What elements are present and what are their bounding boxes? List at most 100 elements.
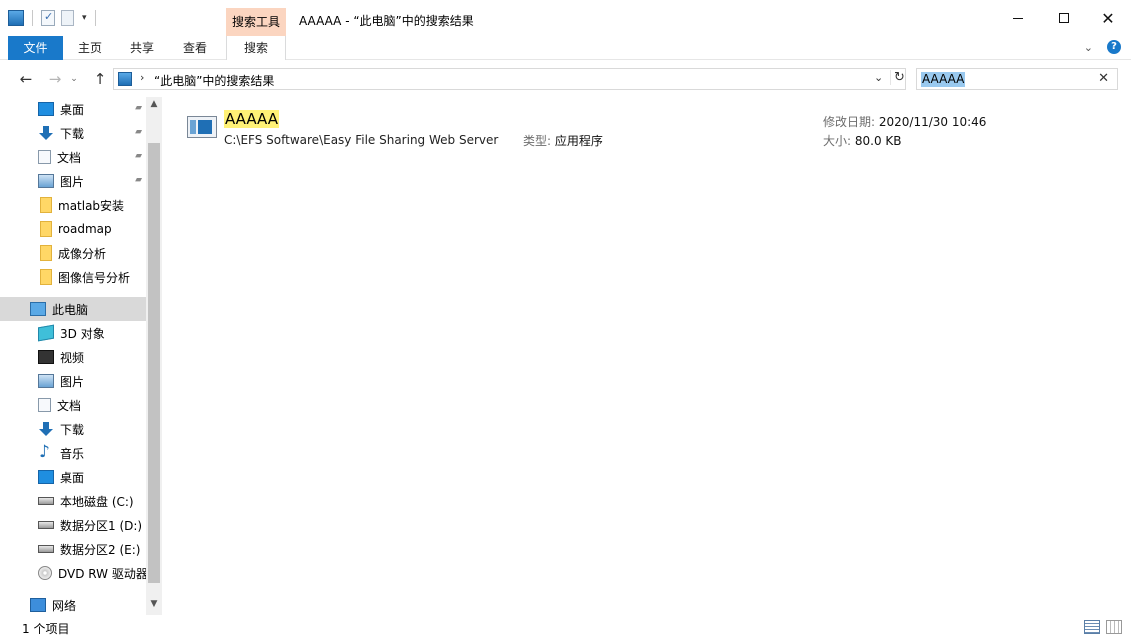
folder-icon bbox=[40, 245, 52, 261]
scroll-thumb[interactable] bbox=[148, 143, 160, 583]
breadcrumb[interactable]: “此电脑”中的搜索结果 bbox=[154, 72, 274, 89]
sidebar-item-pc-documents[interactable]: 文档 bbox=[0, 393, 146, 417]
pin-icon: ▰ bbox=[135, 103, 142, 113]
size-label: 大小: bbox=[823, 134, 852, 148]
sidebar-item-pictures[interactable]: 图片 ▰ bbox=[0, 169, 146, 193]
window-title: AAAAA - “此电脑”中的搜索结果 bbox=[299, 14, 474, 28]
size-value: 80.0 KB bbox=[854, 134, 902, 148]
documents-icon bbox=[38, 398, 51, 412]
sidebar-item-label: matlab安装 bbox=[58, 198, 125, 213]
sidebar-item-label: DVD RW 驱动器 bbox=[58, 566, 146, 581]
up-button[interactable]: ↑ bbox=[90, 69, 110, 89]
tab-view[interactable]: 查看 bbox=[175, 36, 215, 60]
refresh-icon[interactable]: ↻ bbox=[890, 70, 905, 85]
expand-ribbon-icon[interactable]: ⌄ bbox=[1084, 41, 1093, 54]
search-input[interactable]: AAAAA ✕ bbox=[916, 68, 1118, 90]
large-icons-view-icon[interactable] bbox=[1106, 620, 1122, 634]
breadcrumb-chevron-icon[interactable]: › bbox=[140, 71, 144, 84]
toolbar-divider bbox=[94, 10, 96, 26]
sidebar-item-network[interactable]: 网络 bbox=[0, 593, 146, 617]
folder-icon bbox=[40, 269, 52, 285]
dvd-drive-icon bbox=[38, 566, 52, 580]
sidebar-item-this-pc[interactable]: 此电脑 bbox=[0, 297, 146, 321]
sidebar-item-3d-objects[interactable]: 3D 对象 bbox=[0, 321, 146, 345]
sidebar-item-label: 3D 对象 bbox=[60, 326, 105, 341]
drive-icon bbox=[38, 545, 54, 553]
recent-locations-icon[interactable]: ⌄ bbox=[68, 69, 80, 89]
sidebar-item-matlab[interactable]: matlab安装 bbox=[0, 193, 146, 217]
download-icon bbox=[38, 422, 54, 436]
minimize-icon bbox=[1013, 17, 1023, 19]
minimize-button[interactable] bbox=[995, 0, 1041, 36]
sidebar-item-label: 文档 bbox=[57, 150, 82, 165]
close-button[interactable]: ✕ bbox=[1085, 0, 1131, 36]
sidebar-item-label: 桌面 bbox=[60, 470, 85, 485]
desktop-icon bbox=[38, 470, 54, 484]
sidebar-item-dvd[interactable]: DVD RW 驱动器 bbox=[0, 561, 146, 585]
tab-search[interactable]: 搜索 bbox=[226, 36, 286, 60]
scroll-down-icon[interactable]: ▼ bbox=[146, 599, 162, 613]
sidebar-item-label: 桌面 bbox=[60, 102, 85, 117]
sidebar-item-label: 此电脑 bbox=[52, 302, 89, 317]
explorer-app-icon[interactable] bbox=[8, 10, 24, 26]
sidebar-item-drive-c[interactable]: 本地磁盘 (C:) bbox=[0, 489, 146, 513]
address-dropdown-icon[interactable]: ⌄ bbox=[874, 71, 883, 84]
maximize-icon bbox=[1059, 13, 1069, 23]
scroll-up-icon[interactable]: ▲ bbox=[146, 99, 162, 113]
new-folder-icon[interactable] bbox=[61, 10, 74, 26]
quick-access-toolbar: ▾ bbox=[8, 10, 98, 26]
sidebar-item-drive-d[interactable]: 数据分区1 (D:) bbox=[0, 513, 146, 537]
help-icon[interactable]: ? bbox=[1107, 40, 1121, 54]
sidebar-item-music[interactable]: 音乐 bbox=[0, 441, 146, 465]
sidebar-item-drive-e[interactable]: 数据分区2 (E:) bbox=[0, 537, 146, 561]
pin-icon: ▰ bbox=[135, 151, 142, 161]
desktop-icon bbox=[38, 102, 54, 116]
application-icon bbox=[187, 116, 217, 138]
sidebar-item-desktop[interactable]: 桌面 ▰ bbox=[0, 97, 146, 121]
sidebar-item-label: 音乐 bbox=[60, 446, 85, 461]
sidebar-item-label: 数据分区1 (D:) bbox=[60, 518, 143, 533]
navigation-pane: 桌面 ▰ 下载 ▰ 文档 ▰ 图片 ▰ matlab安装 roadmap 成像分… bbox=[0, 97, 162, 615]
properties-icon[interactable] bbox=[41, 10, 55, 26]
download-icon bbox=[38, 126, 54, 140]
folder-icon bbox=[40, 197, 52, 213]
back-button[interactable]: ← bbox=[16, 69, 36, 89]
address-bar[interactable]: › “此电脑”中的搜索结果 ⌄ ↻ bbox=[113, 68, 906, 90]
result-modified: 修改日期: 2020/11/30 10:46 bbox=[823, 113, 986, 130]
search-results: AAAAA C:\EFS Software\Easy File Sharing … bbox=[165, 97, 1131, 615]
folder-icon bbox=[40, 221, 52, 237]
sidebar-item-imaging-analysis[interactable]: 成像分析 bbox=[0, 241, 146, 265]
ribbon-tabs: 文件 主页 共享 查看 搜索 ⌄ ? bbox=[0, 36, 1131, 60]
customize-toolbar-dropdown-icon[interactable]: ▾ bbox=[82, 13, 87, 23]
sidebar-item-label: 视频 bbox=[60, 350, 85, 365]
pin-icon: ▰ bbox=[135, 175, 142, 185]
close-icon: ✕ bbox=[1101, 8, 1115, 28]
result-size: 大小: 80.0 KB bbox=[823, 132, 902, 149]
location-icon bbox=[118, 72, 132, 86]
sidebar-item-pc-downloads[interactable]: 下载 bbox=[0, 417, 146, 441]
item-count: 1 个项目 bbox=[22, 622, 70, 636]
tab-home[interactable]: 主页 bbox=[70, 36, 110, 60]
3d-objects-icon bbox=[38, 324, 54, 342]
sidebar-item-downloads[interactable]: 下载 ▰ bbox=[0, 121, 146, 145]
sidebar-item-documents[interactable]: 文档 ▰ bbox=[0, 145, 146, 169]
forward-button[interactable]: → bbox=[45, 69, 65, 89]
sidebar-item-pc-pictures[interactable]: 图片 bbox=[0, 369, 146, 393]
search-query[interactable]: AAAAA bbox=[921, 72, 966, 87]
search-tools-context-header: 搜索工具 bbox=[226, 8, 286, 36]
sidebar-item-pc-desktop[interactable]: 桌面 bbox=[0, 465, 146, 489]
sidebar-item-image-signal-analysis[interactable]: 图像信号分析 bbox=[0, 265, 146, 289]
tab-file[interactable]: 文件 bbox=[8, 36, 63, 60]
sidebar-item-videos[interactable]: 视频 bbox=[0, 345, 146, 369]
result-name[interactable]: AAAAA bbox=[224, 110, 279, 128]
music-icon bbox=[38, 442, 54, 462]
sidebar-item-roadmap[interactable]: roadmap bbox=[0, 217, 146, 241]
pictures-icon bbox=[38, 174, 54, 188]
tab-share[interactable]: 共享 bbox=[122, 36, 162, 60]
clear-search-icon[interactable]: ✕ bbox=[1098, 71, 1109, 86]
nav-scrollbar[interactable]: ▲ ▼ bbox=[146, 97, 162, 615]
details-view-icon[interactable] bbox=[1084, 620, 1100, 634]
sidebar-item-label: 图片 bbox=[60, 374, 85, 389]
sidebar-item-label: 文档 bbox=[57, 398, 82, 413]
maximize-button[interactable] bbox=[1041, 0, 1087, 36]
